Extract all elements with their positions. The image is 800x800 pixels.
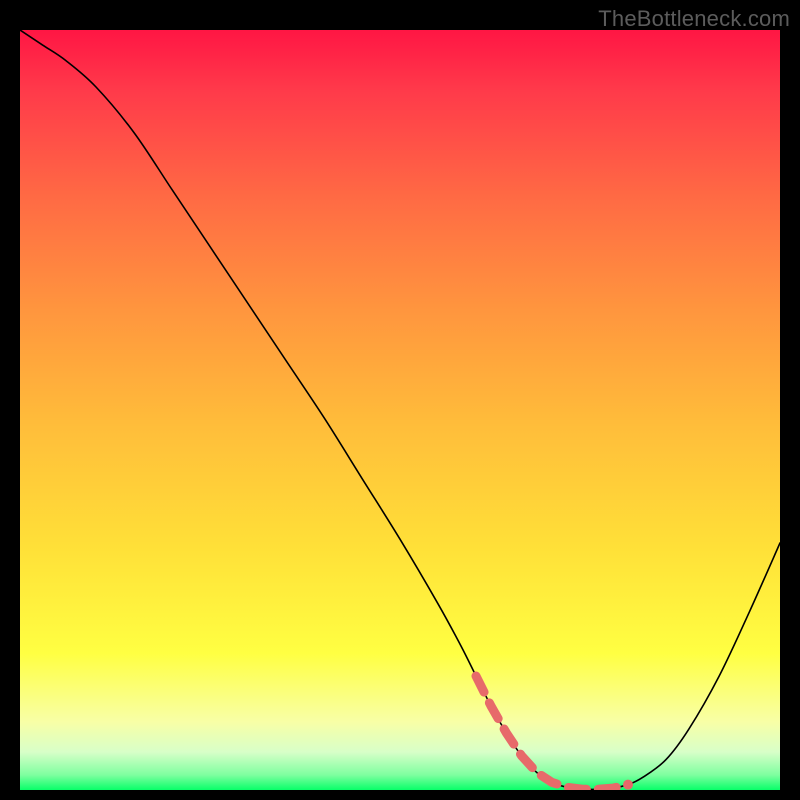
curve-svg [20,30,780,790]
trough-end-dot [623,780,633,790]
plot-area [20,30,780,790]
watermark-text: TheBottleneck.com [598,6,790,32]
bottleneck-curve [20,30,780,789]
trough-marker [476,676,628,789]
chart-container: TheBottleneck.com [0,0,800,800]
